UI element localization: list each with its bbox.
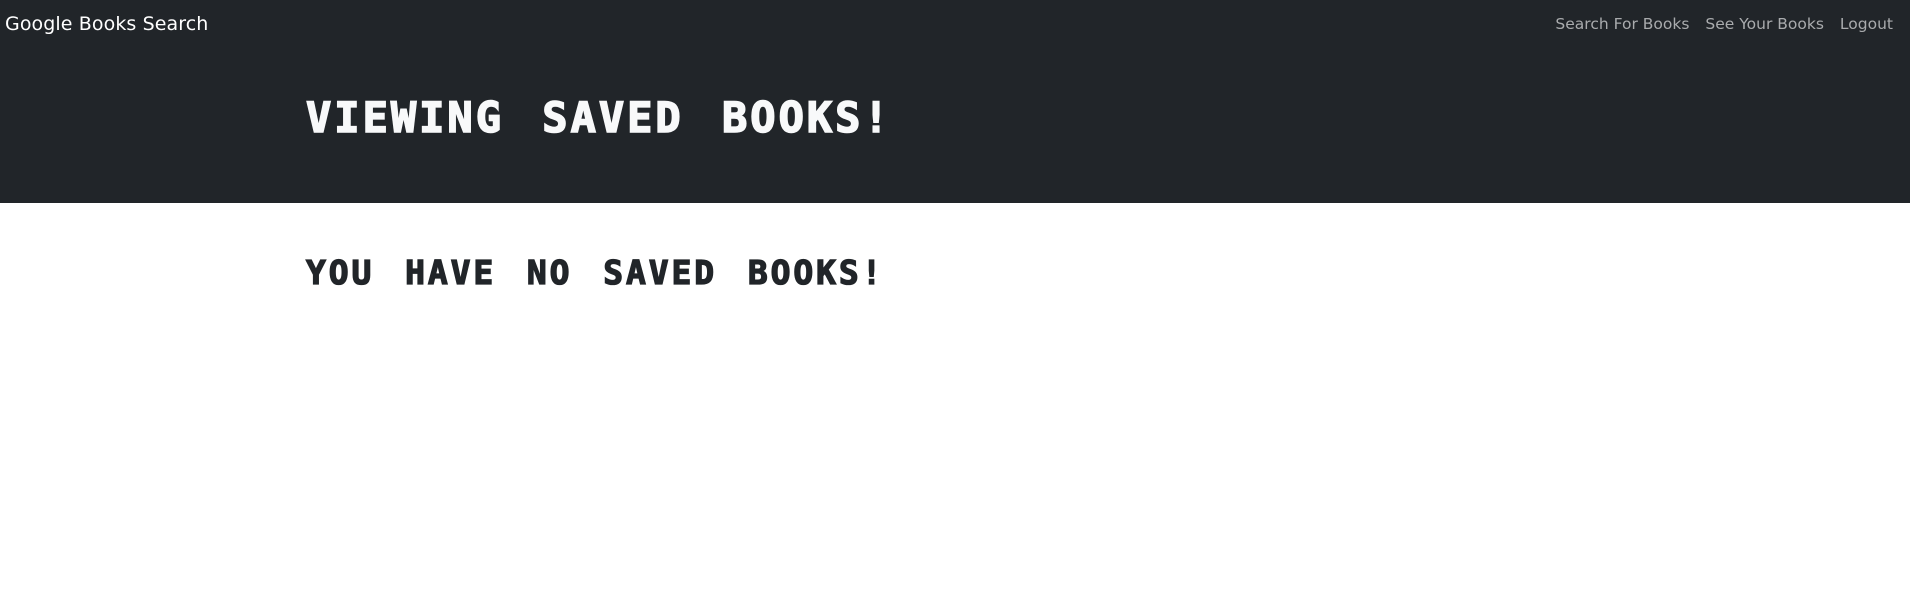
navbar: Google Books Search Search For Books See… xyxy=(0,0,1910,48)
empty-state-message: YOU HAVE NO SAVED BOOKS! xyxy=(305,252,885,292)
main-content: YOU HAVE NO SAVED BOOKS! xyxy=(0,203,1910,610)
nav-links: Search For Books See Your Books Logout xyxy=(1555,15,1893,33)
nav-link-see-your-books[interactable]: See Your Books xyxy=(1705,15,1824,33)
nav-link-search-for-books[interactable]: Search For Books xyxy=(1555,15,1689,33)
brand-link[interactable]: Google Books Search xyxy=(5,13,208,35)
page-title: VIEWING SAVED BOOKS! xyxy=(305,92,892,143)
nav-link-logout[interactable]: Logout xyxy=(1840,15,1893,33)
page-header: VIEWING SAVED BOOKS! xyxy=(0,48,1910,203)
